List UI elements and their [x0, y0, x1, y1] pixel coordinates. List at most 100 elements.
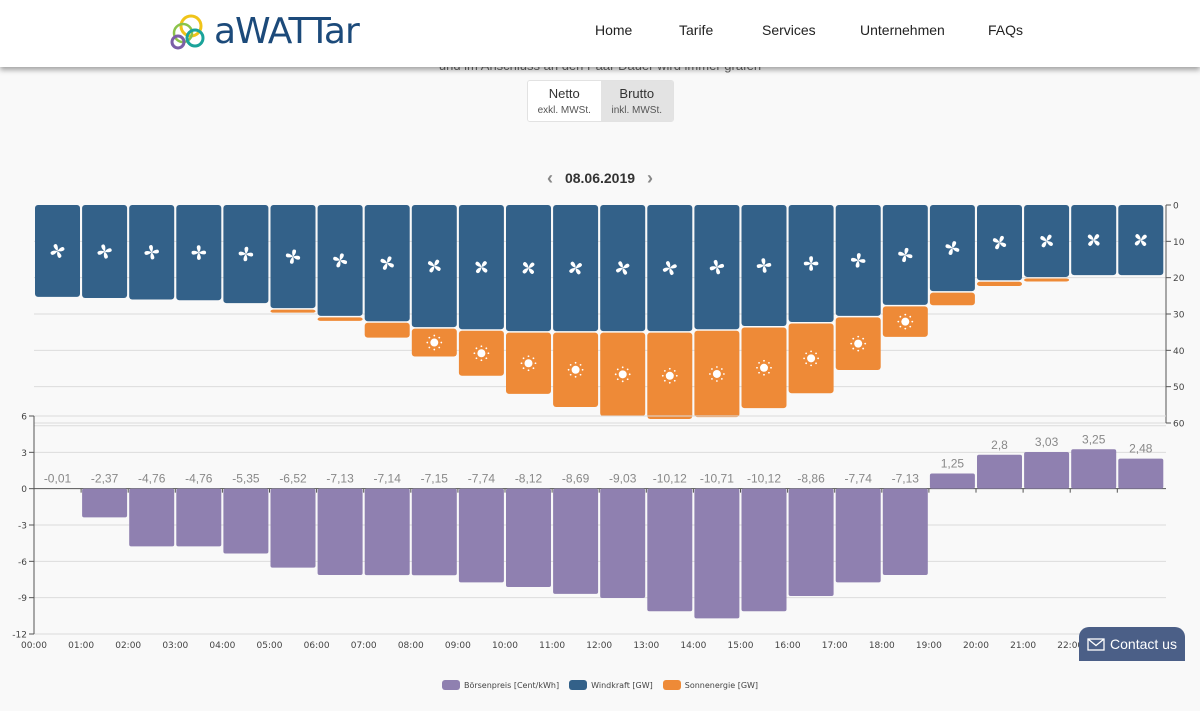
sun-ray	[805, 362, 808, 365]
sun-ray	[433, 348, 436, 351]
price-bar	[1024, 451, 1070, 489]
price-data-label: -6,52	[279, 472, 307, 486]
price-data-label: -8,86	[797, 472, 825, 486]
legend-swatch-price	[441, 680, 460, 690]
sun-ray	[904, 327, 907, 330]
sun-ray	[485, 357, 488, 360]
legend-item-solar[interactable]: Sonnenergie [GW]	[662, 680, 759, 690]
sun-ray	[815, 362, 817, 365]
y-tick-label-left: -3	[18, 522, 27, 532]
solar-bar	[977, 281, 1022, 287]
sun-ray	[857, 335, 860, 338]
netto-brutto-toggle: Netto exkl. MWSt. Brutto inkl. MWSt.	[527, 80, 674, 122]
price-data-label: -5,35	[232, 472, 260, 486]
chevron-right-icon[interactable]: ›	[647, 169, 653, 187]
price-bar	[553, 488, 599, 594]
y-tick-label-right: 30	[1173, 311, 1185, 321]
price-data-label: -7,15	[421, 472, 449, 486]
netto-option[interactable]: Netto exkl. MWSt.	[528, 81, 601, 121]
sun-ray	[480, 359, 483, 362]
sun-ray	[815, 352, 817, 355]
main-nav: Home Tarife Services Unternehmen FAQs	[0, 22, 1200, 42]
price-data-label: 3,25	[1082, 432, 1106, 446]
nav-unternehmen[interactable]: Unternehmen	[860, 22, 945, 38]
sun-core	[760, 363, 768, 372]
sun-ray	[709, 373, 711, 375]
x-tick-label: 14:00	[680, 641, 706, 651]
legend-label-solar: Sonnenergie [GW]	[684, 680, 759, 690]
contact-us-button[interactable]: Contact us	[1079, 627, 1185, 661]
date-navigator: ‹ 08.06.2019 ›	[540, 168, 660, 188]
sun-ray	[716, 366, 718, 368]
generation-bar-group	[1071, 205, 1117, 276]
generation-bar-group	[553, 205, 599, 408]
sun-ray	[675, 374, 678, 377]
x-tick-label: 21:00	[1010, 641, 1036, 651]
generation-bar-group	[788, 205, 834, 394]
nav-faqs[interactable]: FAQs	[988, 22, 1023, 38]
legend-item-wind[interactable]: Windkraft [GW]	[569, 680, 653, 690]
sun-ray	[668, 381, 671, 384]
sun-ray	[803, 357, 805, 360]
generation-bar-group	[411, 205, 457, 357]
sun-ray	[770, 366, 772, 369]
sun-ray	[899, 315, 902, 318]
generation-bar-group	[835, 205, 881, 370]
sun-ray	[626, 368, 629, 371]
sun-ray	[810, 350, 812, 353]
y-tick-label-left: 3	[21, 449, 27, 459]
sun-ray	[756, 366, 758, 369]
x-tick-label: 06:00	[304, 641, 330, 651]
sun-ray	[911, 320, 914, 323]
price-bar	[176, 488, 222, 547]
legend-label-wind: Windkraft [GW]	[591, 680, 653, 690]
solar-bar	[1024, 278, 1070, 282]
price-bar	[317, 488, 363, 576]
nav-home[interactable]: Home	[595, 22, 632, 38]
y-tick-label-left: 6	[21, 413, 27, 423]
price-bar	[82, 488, 128, 518]
y-tick-label-right: 10	[1173, 238, 1185, 248]
y-tick-label-left: 0	[21, 485, 27, 495]
x-tick-label: 15:00	[728, 641, 754, 651]
sun-ray	[857, 349, 860, 352]
generation-bar-group	[82, 205, 128, 299]
sun-ray	[532, 357, 535, 360]
y-tick-label-right: 20	[1173, 274, 1185, 284]
nav-tarife[interactable]: Tarife	[679, 22, 713, 38]
price-data-label: -7,74	[845, 472, 873, 486]
price-bar	[929, 473, 975, 489]
price-data-label: -10,12	[653, 472, 687, 486]
sun-ray	[711, 378, 713, 380]
y-tick-label-right: 50	[1173, 383, 1185, 393]
price-data-label: -2,37	[91, 472, 119, 486]
brutto-option[interactable]: Brutto inkl. MWSt.	[600, 81, 673, 121]
sun-ray	[475, 347, 478, 350]
sun-ray	[438, 336, 441, 339]
price-bar	[788, 488, 834, 596]
sun-core	[712, 369, 721, 378]
y-tick-label-right: 40	[1173, 347, 1185, 357]
sun-ray	[899, 325, 902, 328]
generation-bar-group	[741, 205, 787, 409]
sun-ray	[862, 337, 865, 340]
sun-ray	[534, 362, 537, 365]
legend-swatch-solar	[662, 680, 681, 690]
solar-bar	[364, 322, 410, 338]
sun-core	[807, 354, 816, 363]
chevron-left-icon[interactable]: ‹	[547, 169, 553, 187]
x-tick-label: 07:00	[351, 641, 377, 651]
sun-ray	[628, 373, 631, 376]
netto-label: Netto	[548, 86, 580, 101]
sun-ray	[433, 334, 436, 337]
price-data-label: -7,13	[326, 472, 354, 486]
nav-services[interactable]: Services	[762, 22, 816, 38]
brutto-sublabel: inkl. MWSt.	[611, 105, 663, 116]
legend-item-price[interactable]: Börsenpreis [Cent/kWh]	[441, 680, 559, 690]
sun-ray	[522, 357, 525, 360]
sun-ray	[581, 368, 584, 371]
envelope-icon	[1087, 637, 1105, 651]
sun-ray	[909, 325, 912, 328]
sun-ray	[723, 373, 725, 375]
price-bar	[223, 488, 269, 554]
